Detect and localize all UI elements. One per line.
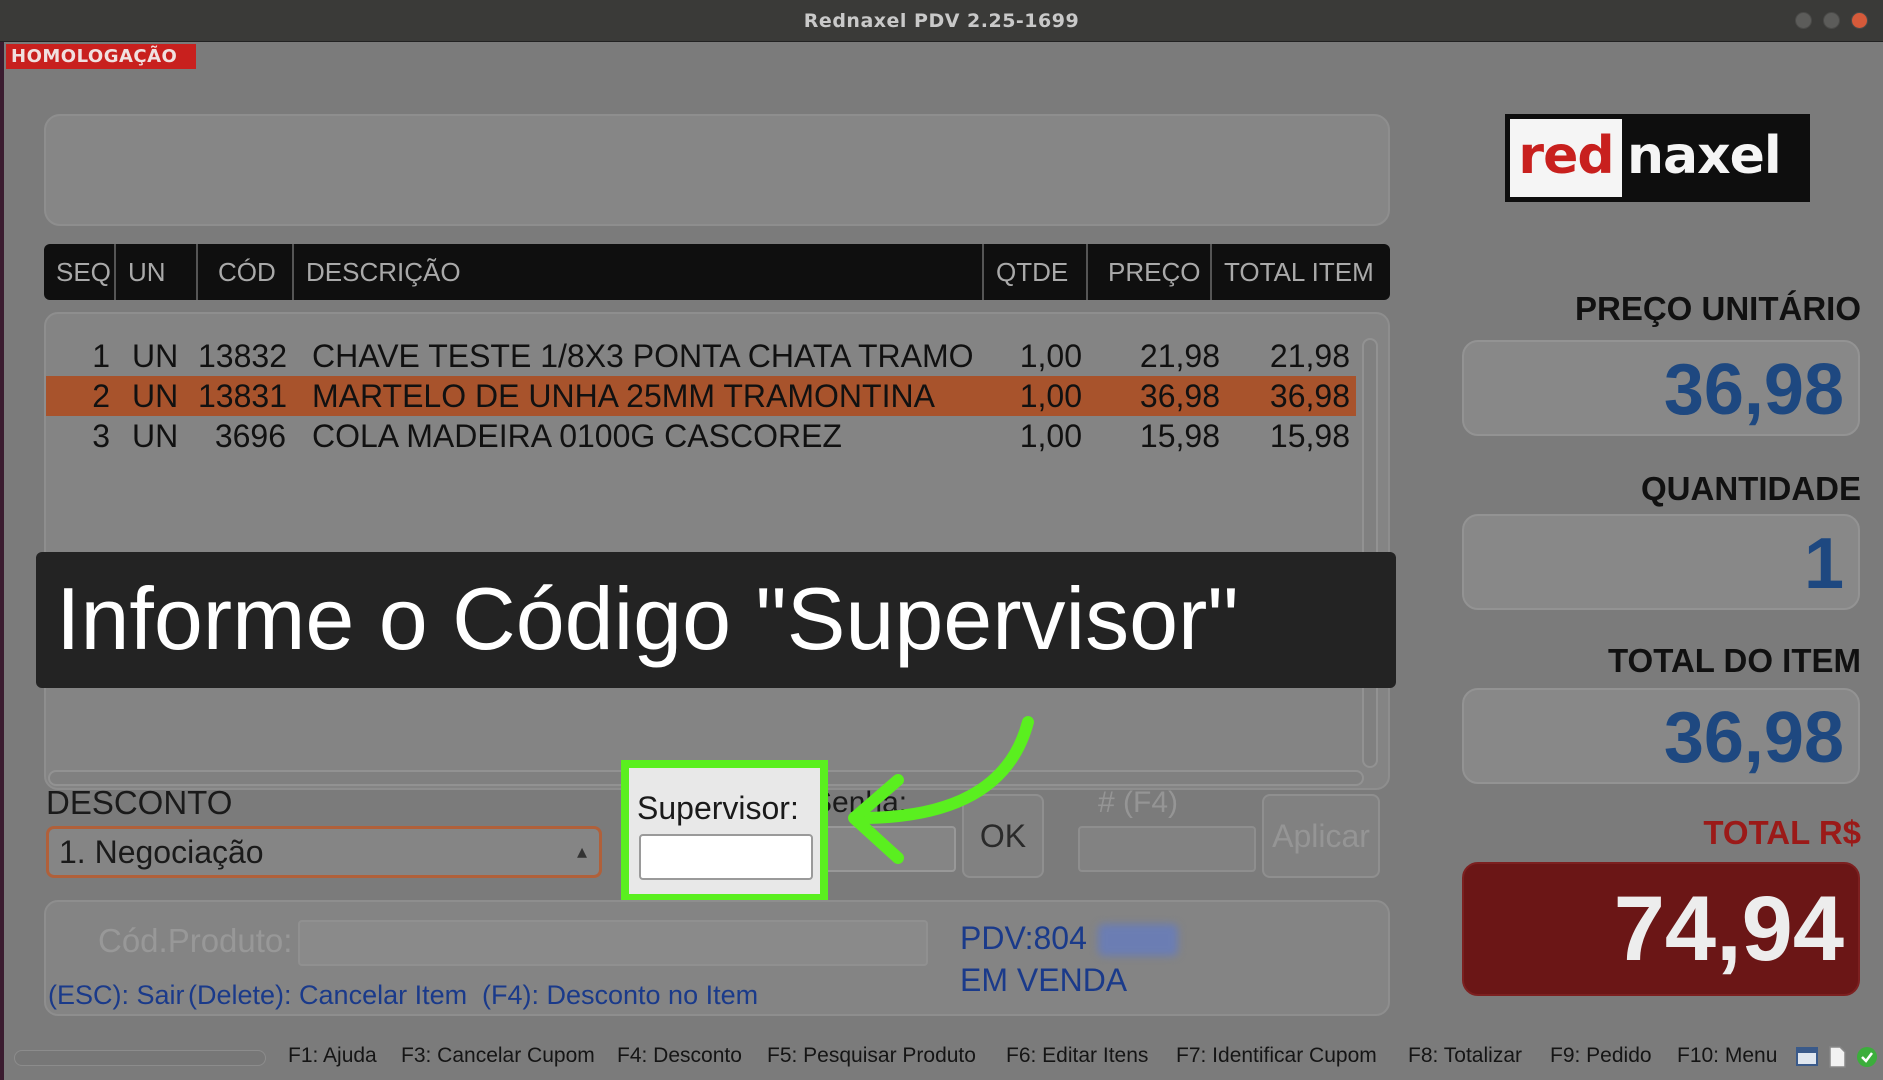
- pdv-status: EM VENDA: [960, 962, 1128, 998]
- supervisor-input[interactable]: [639, 834, 813, 880]
- minimize-button[interactable]: [1795, 12, 1812, 29]
- pdv-number: PDV:804: [960, 920, 1087, 956]
- preco-unitario-value: 36,98: [1462, 340, 1860, 436]
- cell-un: UN: [132, 378, 179, 414]
- cell-qtde: 1,00: [1019, 338, 1082, 374]
- fkey-f6[interactable]: F6: Editar Itens: [1006, 1044, 1148, 1068]
- fkey-f8[interactable]: F8: Totalizar: [1408, 1044, 1522, 1068]
- aplicar-button[interactable]: Aplicar: [1262, 794, 1380, 878]
- cod-produto-input[interactable]: [298, 920, 928, 966]
- instruction-text: Informe o Código "Supervisor": [56, 569, 1239, 668]
- cell-un: UN: [132, 338, 179, 374]
- cod-produto-label: Cód.Produto:: [98, 922, 293, 959]
- col-un: UN: [116, 244, 198, 300]
- desconto-select[interactable]: 1. Negociação ▴: [46, 826, 602, 878]
- maximize-button[interactable]: [1823, 12, 1840, 29]
- cell-total: 15,98: [1269, 418, 1350, 454]
- table-row[interactable]: 3 UN 3696 COLA MADEIRA 0100G CASCOREZ 1,…: [48, 416, 1356, 456]
- fkey-f3[interactable]: F3: Cancelar Cupom: [401, 1044, 595, 1068]
- logo-part-naxel: naxel: [1627, 126, 1782, 186]
- col-qtde: QTDE: [984, 244, 1088, 300]
- rednaxel-logo: red naxel: [1505, 114, 1810, 202]
- total-value: 74,94: [1462, 862, 1860, 996]
- total-label: TOTAL R$: [1703, 814, 1861, 851]
- cell-preco: 15,98: [1139, 418, 1220, 454]
- cell-total: 36,98: [1269, 378, 1350, 414]
- select-arrows-icon: ▴: [576, 841, 587, 863]
- col-total-item: TOTAL ITEM: [1224, 257, 1374, 287]
- cell-seq: 2: [92, 378, 110, 414]
- fkey-f4[interactable]: F4: Desconto: [617, 1044, 742, 1068]
- hash-label: # (F4): [1098, 786, 1179, 819]
- preco-unitario-label: PREÇO UNITÁRIO: [1574, 290, 1861, 327]
- cell-cod: 138313: [198, 378, 286, 414]
- fkey-f10[interactable]: F10: Menu: [1677, 1044, 1777, 1068]
- items-table-body: 1 UN 138321 CHAVE TESTE 1/8X3 PONTA CHAT…: [44, 312, 1390, 790]
- instruction-banner: Informe o Código "Supervisor": [36, 552, 1396, 688]
- cell-cod: 3696: [214, 418, 286, 454]
- items-table-header: SEQ UN CÓD DESCRIÇÃO QTDE PREÇO TOTAL IT…: [44, 244, 1390, 300]
- title-bar: Rednaxel PDV 2.25-1699: [0, 0, 1883, 42]
- table-row-selected[interactable]: 2 UN 138313 MARTELO DE UNHA 25MM TRAMONT…: [46, 376, 1356, 416]
- col-descricao: DESCRIÇÃO: [294, 244, 984, 300]
- logo-part-red: red: [1510, 119, 1622, 197]
- total-item-value: 36,98: [1462, 688, 1860, 784]
- col-cod: CÓD: [198, 244, 294, 300]
- window-title: Rednaxel PDV 2.25-1699: [803, 10, 1080, 32]
- table-row[interactable]: 1 UN 138321 CHAVE TESTE 1/8X3 PONTA CHAT…: [48, 336, 1356, 376]
- cell-preco: 21,98: [1139, 338, 1220, 374]
- total-item-label: TOTAL DO ITEM: [1608, 642, 1861, 679]
- cell-desc: CHAVE TESTE 1/8X3 PONTA CHATA TRAMON: [312, 338, 972, 374]
- cell-un: UN: [132, 418, 179, 454]
- hint-esc: (ESC): Sair: [48, 980, 185, 1010]
- col-preco: PREÇO: [1088, 244, 1212, 300]
- check-status-icon: [1857, 1047, 1877, 1067]
- window-icon[interactable]: [1796, 1046, 1818, 1068]
- pdv-redacted: [1098, 924, 1178, 956]
- environment-badge: HOMOLOGAÇÃO: [6, 44, 196, 69]
- fkey-f1[interactable]: F1: Ajuda: [288, 1044, 377, 1068]
- supervisor-highlight: Supervisor:: [621, 760, 828, 902]
- supervisor-label: Supervisor:: [637, 790, 799, 826]
- app-window: Rednaxel PDV 2.25-1699 HOMOLOGAÇÃO SEQ U…: [0, 0, 1883, 1080]
- cell-seq: 3: [92, 418, 110, 454]
- hint-f4: (F4): Desconto no Item: [482, 980, 759, 1010]
- message-panel: [44, 114, 1390, 226]
- hash-input[interactable]: [1078, 826, 1256, 872]
- quantidade-value: 1: [1462, 514, 1860, 610]
- cell-cod: 138321: [198, 338, 286, 374]
- quantidade-label: QUANTIDADE: [1641, 470, 1861, 507]
- cell-preco: 36,98: [1139, 378, 1220, 414]
- cell-desc: COLA MADEIRA 0100G CASCOREZ: [312, 418, 842, 454]
- cell-desc: MARTELO DE UNHA 25MM TRAMONTINA: [312, 378, 935, 414]
- desconto-label: DESCONTO: [46, 784, 233, 821]
- fkey-f5[interactable]: F5: Pesquisar Produto: [767, 1044, 976, 1068]
- fkey-f7[interactable]: F7: Identificar Cupom: [1176, 1044, 1377, 1068]
- cell-qtde: 1,00: [1019, 418, 1082, 454]
- document-icon[interactable]: [1826, 1046, 1848, 1068]
- close-button[interactable]: [1851, 12, 1868, 29]
- cell-qtde: 1,00: [1019, 378, 1082, 414]
- col-seq: SEQ: [44, 244, 116, 300]
- hint-delete: (Delete): Cancelar Item: [188, 980, 468, 1010]
- fkey-f9[interactable]: F9: Pedido: [1550, 1044, 1652, 1068]
- cell-total: 21,98: [1269, 338, 1350, 374]
- cell-seq: 1: [92, 338, 110, 374]
- arrow-annotation-icon: [848, 716, 1034, 864]
- progress-bar: [14, 1050, 266, 1066]
- desconto-selected-value: 1. Negociação: [59, 834, 264, 870]
